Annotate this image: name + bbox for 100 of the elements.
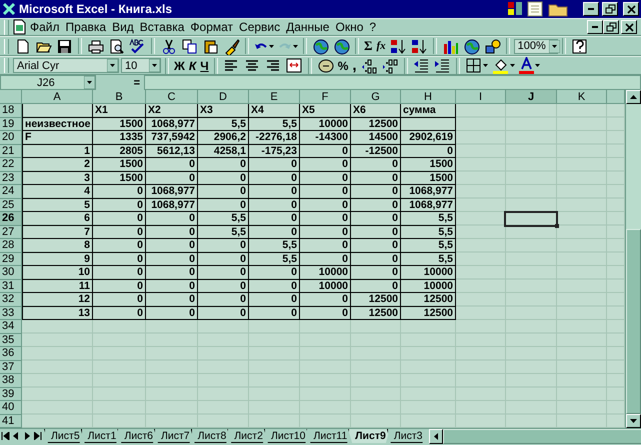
italic-button[interactable]: К — [188, 57, 198, 74]
table-cell: 6 — [22, 212, 93, 226]
percent-button[interactable]: % — [336, 57, 350, 74]
column-header[interactable]: F — [300, 90, 351, 104]
function-button[interactable]: fx — [376, 37, 387, 55]
autosum-button[interactable]: Σ — [363, 37, 374, 55]
row-header[interactable]: 28 — [0, 239, 22, 252]
row-header[interactable]: 19 — [0, 118, 22, 131]
globe-button[interactable] — [462, 37, 481, 55]
close-button[interactable] — [623, 2, 639, 16]
row-header[interactable]: 41 — [0, 414, 22, 428]
column-header[interactable]: H — [401, 90, 456, 104]
menu-item[interactable]: Окно — [332, 19, 366, 35]
row-header[interactable]: 36 — [0, 347, 22, 360]
notepad-icon[interactable] — [526, 1, 544, 17]
restore-button[interactable] — [602, 2, 618, 16]
sort-descending-button[interactable] — [410, 37, 429, 55]
row-header[interactable]: 21 — [0, 144, 22, 158]
row-header[interactable]: 37 — [0, 360, 22, 374]
table-cell: 0 — [146, 266, 198, 280]
table-cell: 0 — [198, 185, 249, 198]
sort-ascending-button[interactable] — [388, 37, 408, 55]
drawing-shapes-button[interactable] — [482, 37, 502, 55]
row-header[interactable]: 22 — [0, 158, 22, 172]
column-header[interactable]: B — [93, 90, 146, 104]
menu-item[interactable]: ? — [366, 19, 380, 35]
row-header[interactable]: 18 — [0, 104, 22, 118]
table-cell: 5,5 — [249, 239, 300, 252]
table-cell: 0 — [249, 198, 300, 212]
column-header[interactable]: J — [506, 90, 557, 104]
menu-item[interactable]: Вставка — [136, 19, 188, 35]
menu-item[interactable]: Правка — [62, 19, 110, 35]
row-header[interactable]: 29 — [0, 252, 22, 266]
help-button[interactable] — [570, 37, 589, 55]
row-header[interactable]: 20 — [0, 131, 22, 144]
merge-center-button[interactable] — [284, 57, 304, 74]
globe-button[interactable] — [332, 37, 351, 55]
scroll-left-button[interactable] — [429, 429, 444, 444]
last-sheet-button[interactable] — [33, 429, 44, 443]
row-header[interactable]: 32 — [0, 293, 22, 306]
restore-button[interactable] — [603, 20, 619, 34]
row-header[interactable]: 24 — [0, 185, 22, 198]
decrease-indent-button[interactable] — [412, 57, 431, 74]
comma-style-button[interactable]: , — [351, 57, 358, 74]
menu-item[interactable]: Формат — [187, 19, 236, 35]
column-header[interactable]: I — [456, 90, 506, 104]
column-header[interactable]: D — [198, 90, 249, 104]
font-size-dropdown[interactable]: 10 — [121, 58, 161, 73]
table-cell: 5,5 — [401, 226, 456, 239]
formula-input-field[interactable] — [144, 75, 641, 90]
row-header[interactable]: 35 — [0, 334, 22, 347]
borders-button[interactable] — [464, 57, 489, 74]
minimize-button[interactable] — [587, 20, 603, 34]
row-header[interactable]: 26 — [0, 212, 22, 226]
row-header[interactable]: 31 — [0, 280, 22, 293]
bold-button[interactable]: Ж — [173, 57, 186, 74]
colored-squares-icon[interactable] — [507, 1, 523, 17]
scroll-down-button[interactable] — [626, 414, 641, 428]
minimize-button[interactable] — [583, 2, 599, 16]
scrollbar-thumb[interactable] — [443, 429, 641, 444]
menu-item[interactable]: Вид — [109, 19, 137, 35]
row-header[interactable]: 34 — [0, 320, 22, 334]
column-header[interactable]: G — [351, 90, 401, 104]
table-cell: 0 — [146, 226, 198, 239]
decrease-decimal-button[interactable] — [380, 57, 400, 74]
fill-color-button[interactable] — [490, 57, 516, 74]
row-header[interactable]: 40 — [0, 401, 22, 414]
currency-button[interactable] — [316, 57, 335, 74]
font-color-button[interactable] — [518, 57, 541, 74]
column-header[interactable]: K — [557, 90, 607, 104]
save-disk-button[interactable] — [55, 37, 74, 55]
zoom-dropdown[interactable]: 100% — [514, 38, 558, 54]
underline-button[interactable]: Ч — [199, 57, 210, 74]
scroll-up-button[interactable] — [626, 90, 641, 104]
row-header[interactable]: 30 — [0, 266, 22, 280]
row-header[interactable]: 38 — [0, 374, 22, 388]
document-icon[interactable] — [11, 19, 27, 35]
scrollbar-thumb[interactable] — [626, 229, 641, 414]
column-header[interactable]: E — [249, 90, 300, 104]
table-cell: 12500 — [351, 306, 401, 320]
menu-item[interactable]: Сервис — [236, 19, 284, 35]
font-dropdown[interactable]: Arial Cyr — [13, 58, 119, 73]
globe-button[interactable] — [311, 37, 330, 55]
menu-item[interactable]: Данные — [283, 19, 332, 35]
row-header[interactable]: 25 — [0, 198, 22, 212]
row-header[interactable]: 27 — [0, 226, 22, 239]
name-box[interactable]: J26 — [0, 75, 96, 90]
sheet-tab[interactable]: Лист9 — [348, 429, 390, 443]
increase-decimal-button[interactable] — [360, 57, 379, 74]
first-sheet-button[interactable] — [0, 429, 11, 443]
copy-button[interactable] — [180, 37, 199, 55]
column-header[interactable]: C — [146, 90, 198, 104]
active-cell-cursor[interactable] — [504, 211, 558, 226]
menu-item[interactable]: Файл — [27, 19, 63, 35]
increase-indent-button[interactable] — [432, 57, 452, 74]
row-header[interactable]: 23 — [0, 172, 22, 185]
row-header[interactable]: 33 — [0, 306, 22, 320]
close-button[interactable] — [621, 20, 637, 34]
row-header[interactable]: 39 — [0, 388, 22, 401]
table-cell: X1 — [93, 104, 146, 118]
